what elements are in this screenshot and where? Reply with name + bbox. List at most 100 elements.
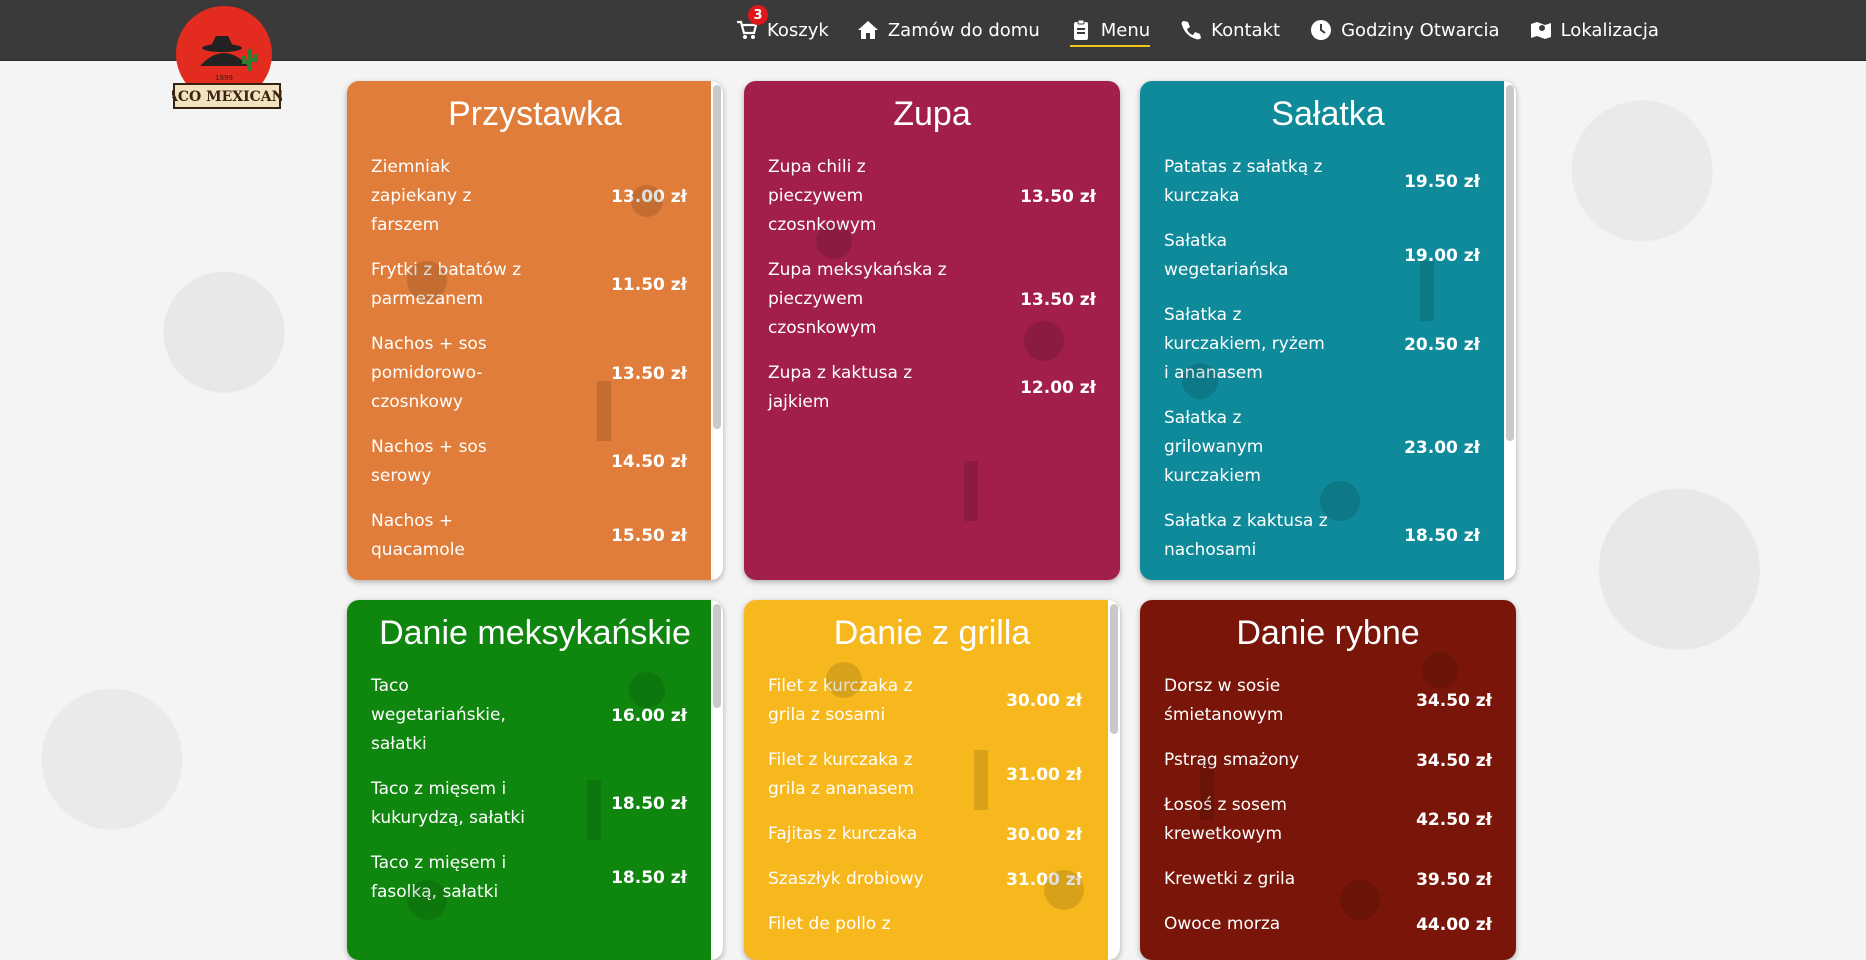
item-name: Nachos + sos pomidorowo-czosnkowy bbox=[371, 334, 487, 412]
menu-item[interactable]: Sałatka z grilowanym kurczakiem 23.00 zł bbox=[1164, 404, 1480, 491]
item-name: Filet z kurczaka z grila z sosami bbox=[768, 676, 913, 725]
item-price: 34.50 zł bbox=[1416, 691, 1492, 711]
nav-item-label: Godziny Otwarcia bbox=[1341, 19, 1500, 41]
card-title: Danie rybne bbox=[1236, 614, 1420, 652]
nav-item-order-home[interactable]: Zamów do domu bbox=[857, 0, 1040, 60]
item-price: 13.50 zł bbox=[1020, 186, 1096, 207]
menu-item[interactable]: Pstrąg smażony 34.50 zł bbox=[1164, 746, 1492, 775]
item-price: 31.00 zł bbox=[1006, 869, 1082, 890]
item-name: Ziemniak zapiekany z farszem bbox=[371, 157, 472, 235]
item-price: 18.50 zł bbox=[1404, 526, 1480, 546]
item-price: 30.00 zł bbox=[1006, 691, 1082, 711]
item-price: 19.00 zł bbox=[1404, 246, 1480, 266]
item-name: Dorsz w sosie śmietanowym bbox=[1164, 676, 1284, 725]
item-price: 30.00 zł bbox=[1006, 824, 1082, 845]
item-name: Filet z kurczaka z grila z ananasem bbox=[768, 750, 915, 799]
item-name: Patatas z sałatką z kurczaka bbox=[1164, 157, 1323, 206]
item-price: 11.50 zł bbox=[611, 275, 687, 295]
clock-icon bbox=[1310, 19, 1332, 41]
nav-item-menu[interactable]: Menu bbox=[1069, 0, 1151, 60]
scrollbar-thumb[interactable] bbox=[713, 604, 721, 708]
card-title: Danie meksykańskie bbox=[379, 614, 691, 652]
item-price: 20.50 zł bbox=[1404, 334, 1480, 355]
item-name: Nachos + sos serowy bbox=[371, 437, 487, 486]
nav-item-contact[interactable]: Kontakt bbox=[1180, 0, 1280, 60]
card-scrollbar[interactable] bbox=[1108, 600, 1120, 960]
menu-item[interactable]: Filet z kurczaka z grila z ananasem 31.00… bbox=[768, 746, 1082, 804]
menu-item[interactable]: Owoce morza 44.00 zł bbox=[1164, 910, 1492, 939]
brand-logo[interactable]: TACO MEXICANO 1999 bbox=[157, 4, 297, 112]
item-name: Filet de pollo z bbox=[768, 914, 891, 934]
nav-menu: 3 Koszyk Zamów do domu Menu Kontakt Godz… bbox=[736, 0, 1659, 60]
menu-item[interactable]: Nachos + quacamole 15.50 zł bbox=[371, 507, 687, 565]
nav-item-cart[interactable]: 3 Koszyk bbox=[736, 0, 829, 60]
menu-item[interactable]: Filet de pollo z bbox=[768, 910, 1082, 939]
logo-year: 1999 bbox=[215, 74, 233, 82]
item-price: 13.50 zł bbox=[1020, 289, 1096, 310]
item-price: 13.00 zł bbox=[611, 186, 687, 207]
menu-item[interactable]: Szaszłyk drobiowy 31.00 zł bbox=[768, 865, 1082, 894]
menu-item[interactable]: Taco wegetariańskie, sałatki 16.00 zł bbox=[371, 672, 687, 759]
card-title: Sałatka bbox=[1271, 95, 1385, 133]
item-name: Sałatka z grilowanym kurczakiem bbox=[1164, 408, 1264, 486]
nav-item-opening-hours[interactable]: Godziny Otwarcia bbox=[1310, 0, 1500, 60]
menu-item[interactable]: Krewetki z grila 39.50 zł bbox=[1164, 865, 1492, 894]
item-price: 14.50 zł bbox=[611, 452, 687, 472]
menu-item[interactable]: Sałatka z kurczakiem, ryżem i ananasem 20… bbox=[1164, 301, 1480, 388]
item-name: Krewetki z grila bbox=[1164, 869, 1296, 889]
item-price: 18.50 zł bbox=[611, 868, 687, 888]
menu-item[interactable]: Zupa chili z pieczywem czosnkowym 13.50 z… bbox=[768, 153, 1096, 240]
menu-item[interactable]: Fajitas z kurczaka 30.00 zł bbox=[768, 820, 1082, 849]
scrollbar-thumb[interactable] bbox=[1506, 85, 1514, 441]
item-name: Łosoś z sosem krewetkowym bbox=[1164, 795, 1287, 844]
item-price: 18.50 zł bbox=[611, 794, 687, 814]
menu-item[interactable]: Patatas z sałatką z kurczaka 19.50 zł bbox=[1164, 153, 1480, 211]
menu-item[interactable]: Taco z mięsem i kukurydzą, sałatki 18.50 … bbox=[371, 775, 687, 833]
menu-item[interactable]: Zupa z kaktusa z jajkiem 12.00 zł bbox=[768, 359, 1096, 417]
nav-item-label: Lokalizacja bbox=[1560, 19, 1659, 41]
cart-icon: 3 bbox=[736, 5, 768, 41]
menu-item[interactable]: Sałatka wegetariańska 19.00 zł bbox=[1164, 227, 1480, 285]
menu-item[interactable]: Nachos + sos pomidorowo-czosnkowy 13.50 z… bbox=[371, 330, 687, 417]
item-name: Nachos + quacamole bbox=[371, 511, 465, 560]
item-price: 31.00 zł bbox=[1006, 765, 1082, 785]
card-scrollbar[interactable] bbox=[711, 600, 723, 960]
card-scrollbar[interactable] bbox=[711, 81, 723, 580]
item-name: Sałatka z kurczakiem, ryżem i ananasem bbox=[1164, 305, 1325, 383]
scrollbar-thumb[interactable] bbox=[1110, 604, 1118, 734]
menu-item[interactable]: Filet z kurczaka z grila z sosami 30.00 z… bbox=[768, 672, 1082, 730]
item-name: Zupa z kaktusa z jajkiem bbox=[768, 363, 913, 412]
card-scrollbar[interactable] bbox=[1504, 81, 1516, 580]
scrollbar-thumb[interactable] bbox=[713, 85, 721, 429]
menu-item[interactable]: Dorsz w sosie śmietanowym 34.50 zł bbox=[1164, 672, 1492, 730]
item-name: Owoce morza bbox=[1164, 914, 1281, 934]
home-icon bbox=[857, 19, 879, 41]
item-price: 15.50 zł bbox=[611, 526, 687, 546]
menu-card-appetizer: Przystawka Ziemniak zapiekany z farszem 1… bbox=[347, 81, 723, 580]
nav-item-label: Koszyk bbox=[767, 19, 829, 41]
menu-item[interactable]: Taco z mięsem i fasolką, sałatki 18.50 zł bbox=[371, 849, 687, 907]
item-price: 44.00 zł bbox=[1416, 914, 1492, 935]
item-price: 12.00 zł bbox=[1020, 378, 1096, 398]
menu-item[interactable]: Ziemniak zapiekany z farszem 13.00 zł bbox=[371, 153, 687, 240]
item-name: Zupa chili z pieczywem czosnkowym bbox=[768, 157, 877, 235]
logo-text: TACO MEXICANO bbox=[172, 89, 282, 105]
phone-icon bbox=[1180, 19, 1202, 41]
item-price: 39.50 zł bbox=[1416, 869, 1492, 890]
card-title: Zupa bbox=[893, 95, 971, 133]
item-name: Zupa meksykańska z pieczywem czosnkowym bbox=[768, 260, 947, 338]
menu-card-fish-dish: Danie rybne Dorsz w sosie śmietanowym 34.… bbox=[1140, 600, 1516, 960]
clipboard-icon bbox=[1070, 19, 1092, 41]
item-price: 34.50 zł bbox=[1416, 750, 1492, 771]
item-name: Taco z mięsem i kukurydzą, sałatki bbox=[371, 779, 525, 828]
menu-item[interactable]: Zupa meksykańska z pieczywem czosnkowym 1… bbox=[768, 256, 1096, 343]
item-name: Sałatka z kaktusa z nachosami bbox=[1164, 511, 1328, 560]
menu-item[interactable]: Łosoś z sosem krewetkowym 42.50 zł bbox=[1164, 791, 1492, 849]
item-name: Taco z mięsem i fasolką, sałatki bbox=[371, 853, 507, 902]
nav-item-location[interactable]: Lokalizacja bbox=[1530, 0, 1659, 60]
item-name: Taco wegetariańskie, sałatki bbox=[371, 676, 506, 754]
menu-item[interactable]: Nachos + sos serowy 14.50 zł bbox=[371, 433, 687, 491]
menu-item[interactable]: Frytki z batatów z parmezanem 11.50 zł bbox=[371, 256, 687, 314]
menu-item[interactable]: Sałatka z kaktusa z nachosami 18.50 zł bbox=[1164, 507, 1480, 565]
item-price: 16.00 zł bbox=[611, 705, 687, 726]
